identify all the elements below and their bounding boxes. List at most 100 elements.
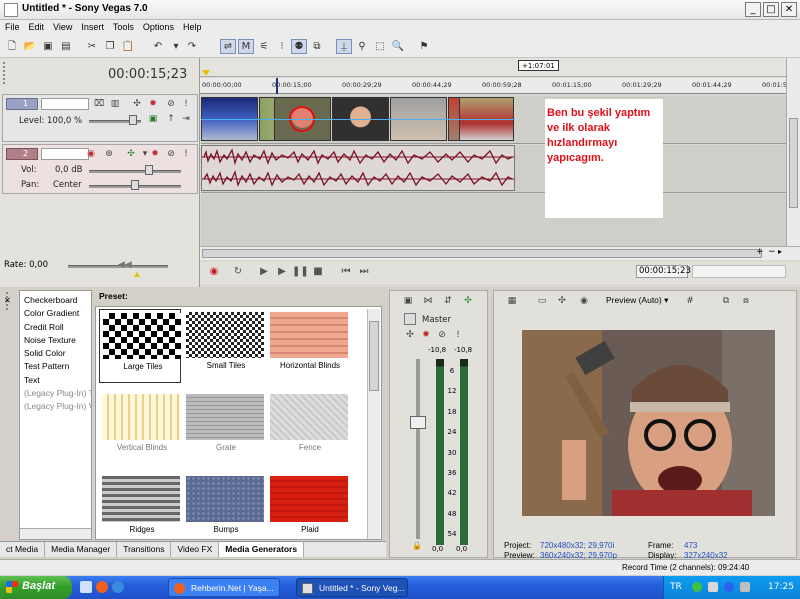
menu-edit[interactable]: Edit <box>24 20 49 32</box>
opacity-envelope[interactable] <box>201 119 515 120</box>
master-toggle[interactable] <box>404 313 416 325</box>
pause-icon[interactable]: ❚❚ <box>292 265 309 279</box>
copy-icon[interactable]: ❐ <box>102 39 118 54</box>
scroll-right-icon[interactable]: ▸ <box>778 247 782 256</box>
copy-snapshot-icon[interactable]: ⧉ <box>720 295 732 307</box>
menu-view[interactable]: View <box>48 20 76 32</box>
render-icon[interactable]: ▤ <box>58 39 74 54</box>
preset-vertical-scrollbar[interactable] <box>367 309 380 539</box>
play-icon[interactable]: ▶ <box>274 265 290 279</box>
taskbar-item-browser[interactable]: Rehberin.Net | Yaşa... <box>168 578 280 597</box>
cut-icon[interactable]: ✂ <box>84 39 100 54</box>
undo-dropdown-icon[interactable]: ▾ <box>168 39 184 54</box>
lock-envelopes-icon[interactable]: ⚉ <box>291 39 307 54</box>
up-arrow-icon[interactable]: ↑ <box>165 113 177 125</box>
zoom-out-icon[interactable]: − <box>768 247 776 257</box>
insert-bus-icon[interactable]: ▣ <box>402 295 414 307</box>
volume-icon[interactable] <box>740 582 750 592</box>
scroll-thumb[interactable] <box>789 118 798 208</box>
envelope-tool-icon[interactable]: ⚲ <box>354 39 370 54</box>
taskbar-item-vegas[interactable]: Untitled * - Sony Veg... <box>296 578 408 597</box>
solo-icon[interactable]: ! <box>180 98 192 110</box>
master-fader-track[interactable] <box>416 359 420 539</box>
overlays-icon[interactable]: # <box>684 295 696 307</box>
snapping-icon[interactable]: M <box>238 39 254 54</box>
paste-icon[interactable]: 📋 <box>120 39 136 54</box>
track-name-field[interactable] <box>41 148 89 160</box>
pan-slider-knob[interactable] <box>131 180 139 190</box>
split-screen-icon[interactable]: ◉ <box>578 295 590 307</box>
preset-horizontal-blinds[interactable]: Horizontal Blinds <box>267 309 349 383</box>
transport-timecode[interactable]: 00:00:15;23 <box>636 265 691 278</box>
envelope-icon[interactable]: ⚟ <box>256 39 272 54</box>
arm-record-icon[interactable]: ◉ <box>85 148 97 160</box>
preset-ridges[interactable]: Ridges <box>99 473 181 547</box>
generator-item-legacy-v[interactable]: (Legacy Plug-In) V <box>20 401 91 414</box>
dim-output-icon[interactable]: ⇵ <box>442 295 454 307</box>
time-ruler[interactable]: 00:00:00;00 00:00:15;00 00:00:29;29 00:0… <box>200 78 787 94</box>
panel-grip[interactable] <box>3 62 9 84</box>
empty-track-area[interactable] <box>201 194 787 246</box>
tab-transitions[interactable]: Transitions <box>117 542 172 557</box>
loop-region-icon[interactable] <box>202 70 210 76</box>
master-fader-knob[interactable] <box>410 416 426 429</box>
close-button[interactable]: ✕ <box>781 2 797 17</box>
generator-item-legacy-t[interactable]: (Legacy Plug-In) T <box>20 388 91 401</box>
menu-file[interactable]: File <box>0 20 24 32</box>
track-motion-icon[interactable]: ⌧ <box>93 98 105 110</box>
preset-vertical-blinds[interactable]: Vertical Blinds <box>99 391 181 465</box>
composite-icon[interactable]: ✣ <box>404 329 416 341</box>
video-track-lane[interactable] <box>201 96 787 144</box>
ripple-edit-icon[interactable]: ⇌ <box>220 39 236 54</box>
close-panel-icon[interactable]: ✕ <box>4 296 11 305</box>
whats-this-icon[interactable]: ⚑ <box>416 39 432 54</box>
composite-child-icon[interactable]: ✣ <box>131 98 143 110</box>
track-fx-icon[interactable]: ✹ <box>147 98 159 110</box>
solo-icon[interactable]: ! <box>452 329 464 341</box>
rate-slider-knob[interactable]: ◀◀ <box>118 260 132 270</box>
audio-event[interactable] <box>201 145 515 191</box>
generator-item-noise-texture[interactable]: Noise Texture <box>20 335 91 348</box>
go-to-end-icon[interactable]: ⏭ <box>356 265 372 279</box>
timecode-marker[interactable]: +1:07:01 <box>518 60 559 71</box>
play-from-start-icon[interactable]: ▶ <box>256 265 272 279</box>
selection-tool-icon[interactable]: ⬚ <box>372 39 388 54</box>
input-monitor-icon[interactable]: ⊛ <box>103 148 115 160</box>
generator-item-text[interactable]: Text <box>20 375 91 388</box>
track-name-field[interactable] <box>41 98 89 110</box>
volume-slider-knob[interactable] <box>145 165 153 175</box>
save-snapshot-icon[interactable]: ⧇ <box>740 295 752 307</box>
generator-item-test-pattern[interactable]: Test Pattern <box>20 361 91 374</box>
generator-item-checkerboard[interactable]: Checkerboard <box>20 295 91 308</box>
bypass-icon[interactable]: ▣ <box>147 113 159 125</box>
track-fx-icon[interactable]: ✹ <box>149 148 161 160</box>
preset-small-tiles[interactable]: Small Tiles <box>183 309 265 383</box>
maximize-button[interactable]: □ <box>763 2 779 17</box>
volume-slider[interactable] <box>89 170 181 173</box>
compositing-icon[interactable]: ▥ <box>109 98 121 110</box>
loop-icon[interactable]: ↻ <box>230 265 246 279</box>
composite-child-icon[interactable]: ✣ <box>125 148 137 160</box>
ie-icon[interactable] <box>112 581 124 593</box>
show-desktop-icon[interactable] <box>80 581 92 593</box>
grid-icon[interactable]: ⁝ <box>274 39 290 54</box>
preset-fence[interactable]: Fence <box>267 391 349 465</box>
video-track-header[interactable]: 1 ⌧ ▥ ✣ ✹ ⊘ ! Level: 100,0 % ▣ ↑ ⇥ <box>2 94 198 142</box>
bluetooth-icon[interactable] <box>724 582 734 592</box>
playhead[interactable] <box>276 78 278 94</box>
generator-list-hscroll[interactable] <box>20 528 91 539</box>
open-icon[interactable]: 📂 <box>22 39 38 54</box>
tab-media-manager[interactable]: Media Manager <box>45 542 118 557</box>
mute-icon[interactable]: ⊘ <box>436 329 448 341</box>
tab-video-fx[interactable]: Video FX <box>171 542 220 557</box>
marker-bar[interactable]: +1:07:01 <box>200 58 786 77</box>
fader-lock-icon[interactable]: 🔒 <box>412 541 422 550</box>
mute-icon[interactable]: ⊘ <box>165 148 177 160</box>
fx-icon[interactable]: ✣ <box>556 295 568 307</box>
generator-item-solid-color[interactable]: Solid Color <box>20 348 91 361</box>
redo-icon[interactable]: ↷ <box>184 39 200 54</box>
menu-options[interactable]: Options <box>138 20 178 32</box>
mute-icon[interactable]: ⊘ <box>165 98 177 110</box>
timeline-vertical-scrollbar[interactable] <box>786 58 800 246</box>
zoom-in-icon[interactable]: + <box>756 247 764 257</box>
